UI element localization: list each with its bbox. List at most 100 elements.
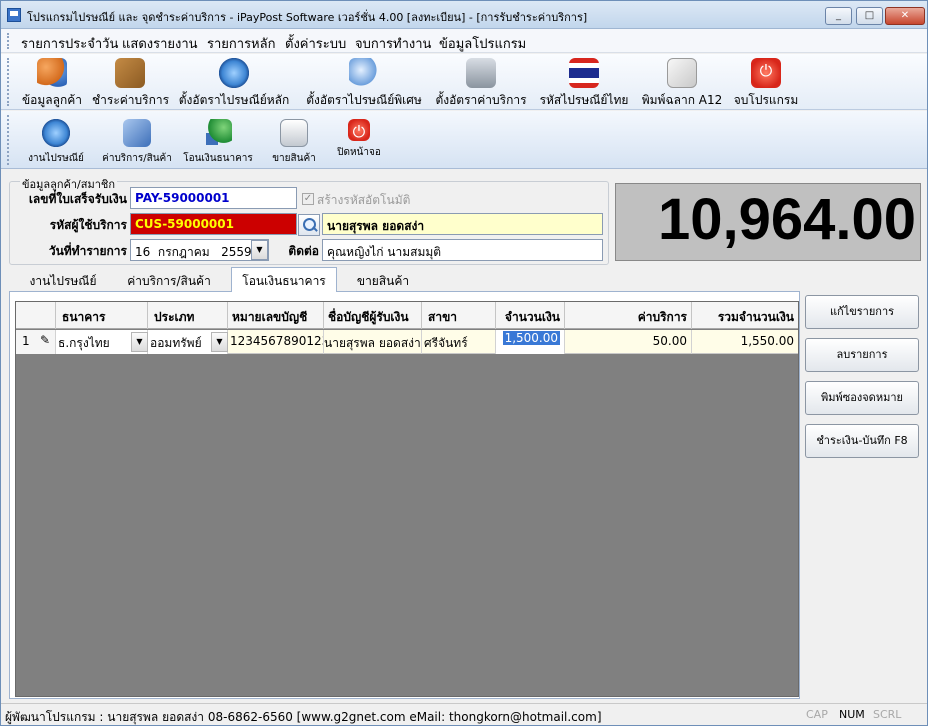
grid-header: ธนาคาร ประเภท หมายเลขบัญชี ชื่อบัญชีผู้ร… [16, 302, 798, 329]
print-label-a12-button[interactable]: พิมพ์ฉลาก A12 [639, 58, 725, 110]
pay-service-button[interactable]: ชำระค่าบริการ [92, 58, 170, 110]
cell-type-value: ออมทรัพย์ [150, 336, 202, 350]
col-bank[interactable]: ธนาคาร [56, 302, 148, 329]
edit-item-button[interactable]: แก้ไขรายการ [805, 295, 919, 329]
date-day: 16 [135, 245, 151, 259]
bank-transfer-button[interactable]: โอนเงินธนาคาร [181, 119, 255, 166]
toolbar-label: ข้อมูลลูกค้า [21, 93, 83, 107]
menu-daily[interactable]: รายการประจำวัน [21, 33, 118, 54]
maximize-button[interactable]: □ [856, 7, 883, 25]
menu-reports[interactable]: แสดงรายงาน [122, 33, 198, 54]
print-envelope-button[interactable]: พิมพ์ซองจดหมาย [805, 381, 919, 415]
network-icon [204, 119, 232, 147]
envelope-icon [667, 58, 697, 88]
row-number: 1 [22, 334, 30, 348]
service-rate-button[interactable]: ตั้งอัตราค่าบริการ [435, 58, 527, 110]
toolbar-label: ตั้งอัตราค่าบริการ [435, 93, 527, 107]
mail-icon [219, 58, 249, 88]
menu-exit[interactable]: จบการทำงาน [355, 33, 431, 54]
receipt-number-field[interactable]: PAY-59000001 [130, 187, 297, 209]
chevron-down-icon[interactable]: ▼ [211, 332, 228, 352]
toolbar-label: ปิดหน้าจอ [337, 147, 381, 158]
menu-bar: รายการประจำวัน แสดงรายงาน รายการหลัก ตั้… [1, 29, 927, 53]
service-product-button[interactable]: ค่าบริการ/สินค้า [99, 119, 175, 166]
status-bar: ผู้พัฒนาโปรแกรม : นายสุรพล ยอดสง่า 08-68… [1, 703, 927, 725]
tab-postal[interactable]: งานไปรษณีย์ [19, 269, 107, 291]
minimize-button[interactable]: _ [825, 7, 852, 25]
special-postal-rate-button[interactable]: ตั้งอัตราไปรษณีย์พิเศษ [301, 58, 427, 110]
delete-item-button[interactable]: ลบรายการ [805, 338, 919, 372]
power-icon [348, 119, 370, 142]
col-total[interactable]: รวมจำนวนเงิน [692, 302, 798, 329]
customer-code-field[interactable]: CUS-59000001 [130, 213, 297, 235]
auto-code-checkbox[interactable]: ✓ [302, 193, 314, 205]
globe-mail-icon [349, 58, 379, 88]
contact-field[interactable]: คุณหญิงไก่ นามสมมุติ [322, 239, 603, 261]
date-month: กรกฎาคม [157, 245, 210, 259]
tab-service-product[interactable]: ค่าบริการ/สินค้า [117, 269, 221, 291]
thai-postcode-button[interactable]: รหัสไปรษณีย์ไทย [535, 58, 633, 110]
total-amount: 10,964.00 [657, 187, 916, 252]
tab-bank-transfer[interactable]: โอนเงินธนาคาร [231, 267, 337, 292]
close-button[interactable]: ✕ [885, 7, 925, 25]
tap-icon [466, 58, 496, 88]
toolbar-label: จบโปรแกรม [733, 93, 799, 107]
pencil-icon: ✎ [40, 333, 51, 347]
cell-account-no[interactable]: 1234567890123 [228, 330, 324, 354]
cell-branch[interactable]: ศรีจันทร์ [422, 330, 496, 354]
row-indicator: 1 ✎ [16, 330, 56, 354]
toolbar-label: ตั้งอัตราไปรษณีย์พิเศษ [306, 93, 422, 107]
cell-account-name[interactable]: นายสุรพล ยอดสง่า [324, 330, 422, 354]
cell-bank-value: ธ.กรุงไทย [58, 336, 110, 350]
tab-sell-product[interactable]: ขายสินค้า [347, 269, 419, 291]
postal-job-button[interactable]: งานไปรษณีย์ [25, 119, 87, 166]
menu-about[interactable]: ข้อมูลโปรแกรม [439, 33, 526, 54]
customer-data-button[interactable]: ข้อมูลลูกค้า [19, 58, 85, 110]
caps-indicator: CAP [806, 708, 828, 721]
exit-program-button[interactable]: จบโปรแกรม [731, 58, 801, 110]
col-account-name[interactable]: ชื่อบัญชีผู้รับเงิน [324, 302, 422, 329]
customer-code-label: รหัสผู้ใช้บริการ [49, 218, 127, 232]
receipt-label: เลขที่ใบเสร็จรับเงิน [28, 192, 127, 206]
auto-code-label: สร้างรหัสอัตโนมัติ [317, 193, 411, 207]
row-header-corner [16, 302, 56, 329]
cell-total[interactable]: 1,550.00 [692, 330, 798, 354]
power-icon [751, 58, 781, 88]
window-title: โปรแกรมไปรษณีย์ และ จุดชำระค่าบริการ - i… [27, 11, 588, 24]
computer-icon [123, 119, 151, 147]
num-indicator: NUM [839, 708, 865, 721]
sell-product-button[interactable]: ขายสินค้า [265, 119, 323, 166]
col-branch[interactable]: สาขา [422, 302, 496, 329]
total-display: 10,964.00 [615, 183, 921, 261]
toolbar-label: งานไปรษณีย์ [28, 153, 84, 164]
toolbar-label: ชำระค่าบริการ [92, 93, 170, 107]
cell-amount[interactable]: 1,500.00 [496, 330, 565, 354]
customer-name-field[interactable]: นายสุรพล ยอดสง่า [322, 213, 603, 235]
col-fee[interactable]: ค่าบริการ [565, 302, 692, 329]
toolbar-label: รหัสไปรษณีย์ไทย [539, 93, 629, 107]
toolbar-label: ค่าบริการ/สินค้า [102, 153, 172, 164]
menu-settings[interactable]: ตั้งค่าระบบ [285, 33, 346, 54]
pay-save-button[interactable]: ชำระเงิน-บันทึก F8 [805, 424, 919, 458]
main-toolbar: ข้อมูลลูกค้า ชำระค่าบริการ ตั้งอัตราไปรษ… [1, 54, 927, 110]
col-amount[interactable]: จำนวนเงิน [496, 302, 565, 329]
chevron-down-icon[interactable]: ▼ [251, 240, 268, 260]
menu-grip [7, 33, 10, 49]
contact-label: ติดต่อ [288, 244, 319, 258]
cell-fee[interactable]: 50.00 [565, 330, 692, 354]
menu-master[interactable]: รายการหลัก [207, 33, 275, 54]
main-postal-rate-button[interactable]: ตั้งอัตราไปรษณีย์หลัก [175, 58, 293, 110]
chevron-down-icon[interactable]: ▼ [131, 332, 148, 352]
thai-flag-icon [569, 58, 599, 88]
users-icon [37, 58, 67, 88]
table-row[interactable]: 1 ✎ ธ.กรุงไทย ▼ ออมทรัพย์ ▼ 123456789012… [16, 330, 798, 354]
date-picker[interactable]: 16 กรกฎาคม 2559 [130, 239, 269, 261]
close-screen-button[interactable]: ปิดหน้าจอ [331, 119, 387, 160]
col-account-no[interactable]: หมายเลขบัญชี [228, 302, 324, 329]
col-type[interactable]: ประเภท [148, 302, 228, 329]
book-icon [115, 58, 145, 88]
search-customer-button[interactable] [298, 214, 320, 236]
toolbar-grip [7, 58, 10, 106]
toolbar-label: พิมพ์ฉลาก A12 [641, 93, 723, 107]
cell-amount-value: 1,500.00 [502, 331, 560, 345]
